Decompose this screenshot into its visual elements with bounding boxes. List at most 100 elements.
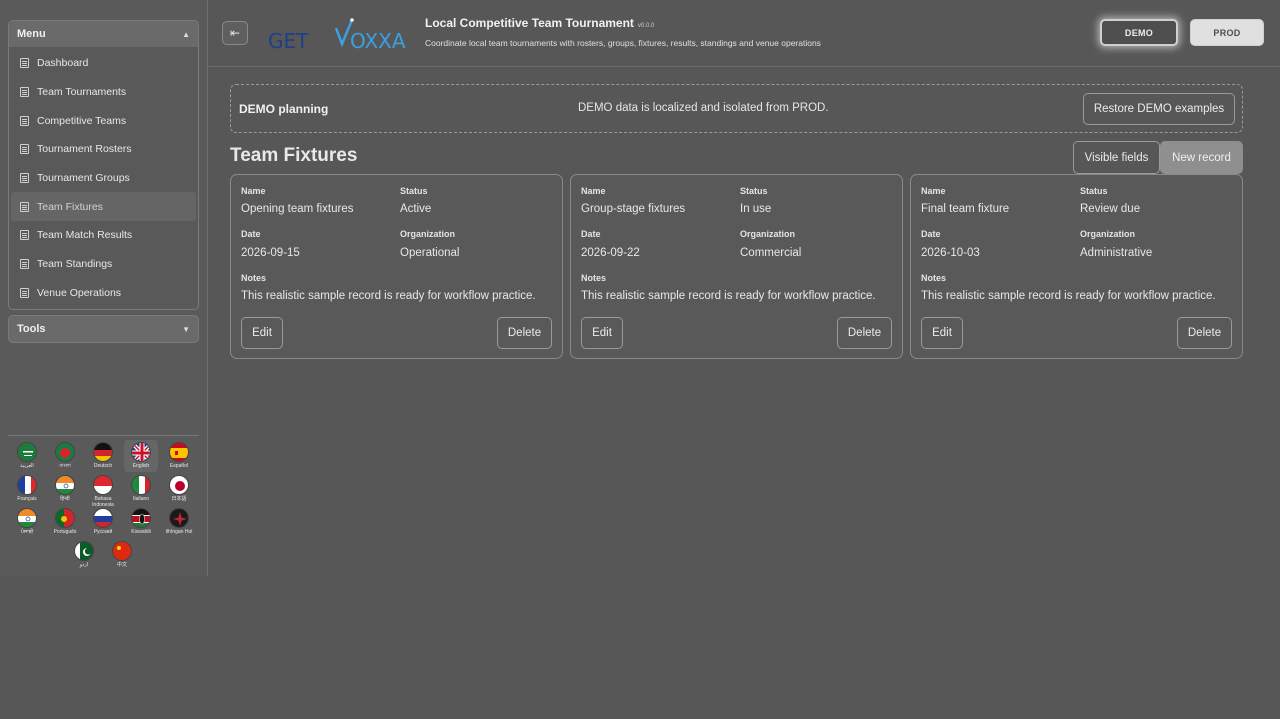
menu-panel: Menu ▲ Dashboard Team Tournaments Compet… [8, 20, 199, 310]
russia-flag-icon [93, 508, 113, 528]
sidebar: Menu ▲ Dashboard Team Tournaments Compet… [0, 0, 208, 576]
language-label: العربية [20, 463, 34, 469]
name-value: Group-stage fixtures [581, 203, 686, 215]
sidebar-item-competitive-teams[interactable]: Competitive Teams [11, 106, 196, 135]
sidebar-item-team-tournaments[interactable]: Team Tournaments [11, 78, 196, 107]
india-flag-icon [17, 508, 37, 528]
language-option-francais[interactable]: Français [10, 473, 44, 505]
sidebar-item-label: Dashboard [37, 57, 89, 70]
app-header: ⇤ GET OXXA Local Competitive Team Tourna… [208, 0, 1280, 67]
name-value: Final team fixture [921, 203, 1010, 215]
notes-value: This realistic sample record is ready fo… [241, 290, 536, 302]
sidebar-item-dashboard[interactable]: Dashboard [11, 49, 196, 78]
language-option-urdu[interactable]: اردو [67, 539, 101, 571]
banner-title: DEMO planning [239, 102, 329, 116]
language-label: Français [17, 496, 37, 502]
language-label: বাংলা [59, 463, 71, 469]
language-option-deutsch[interactable]: Deutsch [86, 440, 120, 472]
indonesia-flag-icon [93, 475, 113, 495]
sidebar-item-team-standings[interactable]: Team Standings [11, 250, 196, 279]
language-label: Español [169, 463, 189, 469]
caret-up-icon: ▲ [182, 29, 190, 39]
language-option-arabic[interactable]: العربية [10, 440, 44, 472]
demo-env-button[interactable]: DEMO [1100, 19, 1178, 46]
menu-panel-header[interactable]: Menu ▲ [9, 21, 198, 47]
edit-button[interactable]: Edit [581, 317, 623, 349]
sidebar-item-label: Venue Operations [37, 286, 122, 299]
language-option-english[interactable]: English [124, 440, 158, 472]
sidebar-item-team-match-results[interactable]: Team Match Results [11, 221, 196, 250]
organization-label: Organization [1080, 229, 1136, 239]
language-option-bangla[interactable]: বাংলা [48, 440, 82, 472]
language-label: Kiswahili [131, 529, 151, 535]
caret-down-icon: ▼ [182, 324, 190, 334]
tools-title: Tools [17, 323, 46, 335]
edit-button[interactable]: Edit [921, 317, 963, 349]
sidebar-item-label: Team Tournaments [37, 86, 127, 99]
language-option-italiano[interactable]: Italiano [124, 473, 158, 505]
date-label: Date [241, 229, 261, 239]
language-option-espanol[interactable]: Español [162, 440, 196, 472]
visible-fields-button[interactable]: Visible fields [1073, 141, 1160, 174]
edit-button[interactable]: Edit [241, 317, 283, 349]
document-icon [20, 115, 29, 126]
sidebar-item-tournament-rosters[interactable]: Tournament Rosters [11, 135, 196, 164]
language-label: Português [53, 529, 77, 535]
language-option-punjabi[interactable]: ਪੰਜਾਬੀ [10, 506, 44, 538]
delete-button[interactable]: Delete [1177, 317, 1232, 349]
delete-button[interactable]: Delete [837, 317, 892, 349]
document-icon [20, 173, 29, 184]
delete-button[interactable]: Delete [497, 317, 552, 349]
language-option-bahasa-indonesia[interactable]: Bahasa Indonesia [86, 473, 120, 508]
language-option-kiswahili[interactable]: Kiswahili [124, 506, 158, 538]
sidebar-item-venue-operations[interactable]: Venue Operations [11, 279, 196, 308]
sidebar-item-label: Team Standings [37, 258, 113, 271]
date-value: 2026-09-22 [581, 247, 640, 259]
status-value: Review due [1080, 203, 1141, 215]
notes-label: Notes [581, 273, 607, 283]
document-icon [20, 144, 29, 155]
language-option-hindi[interactable]: हिन्दी [48, 473, 82, 505]
app-title-text: Local Competitive Team Tournament [425, 16, 634, 30]
date-label: Date [921, 229, 941, 239]
notes-label: Notes [921, 273, 947, 283]
logo-text-left: GET [268, 29, 309, 53]
document-icon [20, 201, 29, 212]
language-option-portugues[interactable]: Português [48, 506, 82, 538]
language-option-russian[interactable]: Русский [86, 506, 120, 538]
prod-env-button[interactable]: PROD [1190, 19, 1264, 46]
document-icon [20, 287, 29, 298]
india-flag-icon [55, 475, 75, 495]
sidebar-item-team-fixtures[interactable]: Team Fixtures [11, 192, 196, 222]
demo-banner: DEMO planning DEMO data is localized and… [230, 84, 1243, 133]
bangladesh-flag-icon [55, 442, 75, 462]
language-label: 日本語 [171, 496, 187, 502]
app-root: Menu ▲ Dashboard Team Tournaments Compet… [0, 0, 1280, 719]
sidebar-toggle-button[interactable]: ⇤ [222, 21, 248, 45]
portugal-flag-icon [55, 508, 75, 528]
language-label: Italiano [132, 496, 150, 502]
kenya-flag-icon [131, 508, 151, 528]
record-card: Name Group-stage fixtures Status In use … [570, 174, 903, 359]
restore-demo-button[interactable]: Restore DEMO examples [1083, 93, 1235, 125]
japan-flag-icon [169, 475, 189, 495]
app-version: v0.0.0 [637, 23, 655, 29]
language-label: tlhIngan Hol [165, 529, 193, 535]
sidebar-item-label: Team Fixtures [37, 200, 103, 213]
organization-value: Commercial [740, 247, 802, 259]
language-option-klingon[interactable]: tlhIngan Hol [162, 506, 196, 538]
language-divider [8, 435, 199, 436]
document-icon [20, 58, 29, 69]
sidebar-item-tournament-groups[interactable]: Tournament Groups [11, 164, 196, 193]
notes-value: This realistic sample record is ready fo… [921, 290, 1216, 302]
new-record-button[interactable]: New record [1160, 141, 1243, 174]
status-label: Status [1080, 186, 1108, 196]
date-value: 2026-09-15 [241, 247, 300, 259]
notes-label: Notes [241, 273, 267, 283]
page-title: Team Fixtures [230, 145, 358, 166]
italy-flag-icon [131, 475, 151, 495]
language-option-chinese[interactable]: 中文 [105, 539, 139, 571]
language-option-japanese[interactable]: 日本語 [162, 473, 196, 505]
tools-panel-header[interactable]: Tools ▼ [8, 315, 199, 343]
record-card: Name Final team fixture Status Review du… [910, 174, 1243, 359]
